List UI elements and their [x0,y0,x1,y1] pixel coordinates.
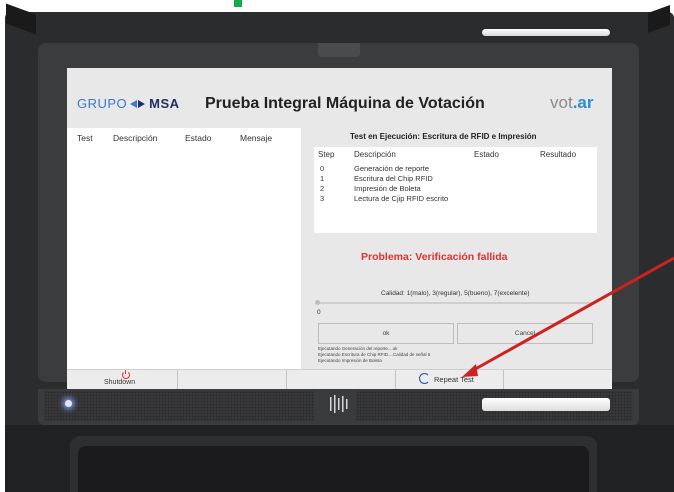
camera-notch [318,43,360,57]
problem-message: Problema: Verificación fallida [361,251,508,263]
log-line: Ejecutando Generación del reporte....ok [318,346,398,351]
top-strip [0,0,674,12]
step-num: 2 [320,184,325,193]
logo-vot-text: vot [550,93,573,112]
test-running-title: Test en Ejecución: Escritura de RFID e I… [350,132,537,141]
logo-grupo-text: GRUPO [77,96,128,111]
bottom-light-bar [482,398,610,411]
col-estado: Estado [185,133,212,143]
cancel-button[interactable]: Cancel [457,323,593,344]
top-light-bar [482,29,610,36]
quality-slider[interactable] [318,302,593,304]
shutdown-button[interactable]: Shutdown [67,370,178,389]
screen: GRUPO MSA Prueba Integral Máquina de Vota… [67,68,612,369]
ok-button[interactable]: ok [318,323,454,344]
speaker-grille-left [44,391,314,421]
taskbar-slot-3[interactable] [287,370,396,389]
taskbar: Shutdown Repeat Test [67,369,612,389]
taskbar-slot-2[interactable] [178,370,287,389]
ballot-slot-inner [78,446,589,492]
step-desc: Impresión de Boleta [354,184,421,193]
page-title: Prueba Integral Máquina de Votación [205,95,485,112]
step-desc: Generación de reporte [354,164,430,173]
step-num: 3 [320,194,325,203]
step-desc: Escritura del Chip RFID [354,174,433,183]
logo-msa-text: MSA [149,96,180,111]
msa-diamond-icon [130,100,146,109]
logo-ar-text: .ar [572,93,594,112]
green-marker [234,0,242,7]
col-step-descripcion: Descripción [354,150,396,159]
col-step: Step [318,150,335,159]
power-icon [122,370,130,379]
repeat-test-button[interactable]: Repeat Test [396,370,504,389]
col-step-estado: Estado [474,150,499,159]
slider-value: 0 [317,309,321,316]
log-line: Ejecutando Escritura de Chip RFID....Cal… [318,352,431,357]
led-indicator-icon [65,400,72,407]
step-num: 1 [320,174,325,183]
step-num: 0 [320,164,325,173]
step-desc: Lectura de Cjip RFID escrito [354,194,449,203]
log-line: Ejecutando Impresión de Boleta [318,358,382,363]
col-step-resultado: Resultado [540,150,577,159]
col-test: Test [77,133,93,143]
votar-logo: vot.ar [550,93,593,113]
col-mensaje: Mensaje [240,133,273,143]
taskbar-slot-5[interactable] [504,370,611,389]
nfc-reader-icon [330,395,348,413]
col-descripcion: Descripción [113,133,158,143]
calidad-label: Calidad: 1(malo), 3(regular), 5(bueno), … [381,290,530,297]
quality-slider-handle[interactable] [315,300,320,305]
repeat-icon [419,373,430,384]
repeat-test-label: Repeat Test [434,375,474,384]
steps-table: Step Descripción Estado Resultado 0 Gene… [314,147,597,233]
shutdown-label: Shutdown [104,379,136,386]
grupo-msa-logo: GRUPO MSA [77,96,180,111]
test-list-panel: Test Descripción Estado Mensaje [67,128,301,369]
app-header: GRUPO MSA Prueba Integral Máquina de Vota… [67,68,612,128]
voting-machine: GRUPO MSA Prueba Integral Máquina de Vota… [0,0,674,492]
